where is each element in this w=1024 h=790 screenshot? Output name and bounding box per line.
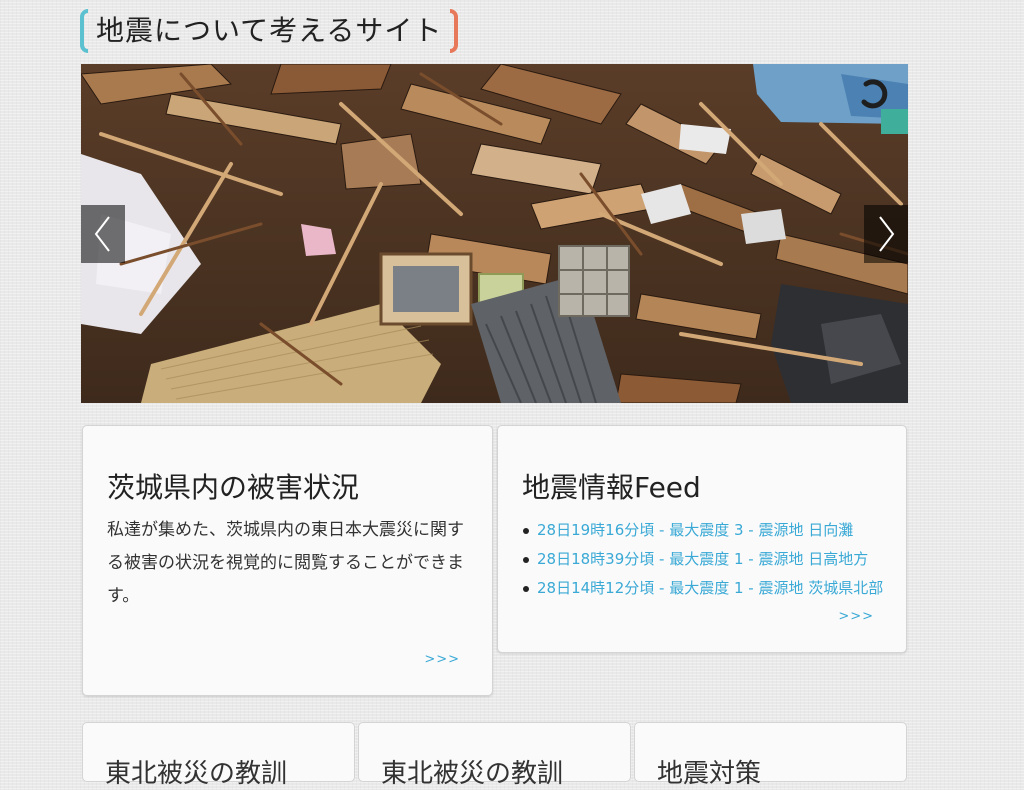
feed-item[interactable]: 28日19時16分頃 - 最大震度 3 - 震源地 日向灘 xyxy=(522,516,886,545)
site-title-text: 地震について考えるサイト xyxy=(96,14,443,47)
bottom-card-1: 東北被災の教訓 xyxy=(82,722,355,789)
feed-item-link[interactable]: 28日19時16分頃 - 最大震度 3 - 震源地 日向灘 xyxy=(537,521,853,539)
feed-list: 28日19時16分頃 - 最大震度 3 - 震源地 日向灘 28日18時39分頃… xyxy=(522,516,886,603)
feed-more-link[interactable]: >>> xyxy=(838,609,874,624)
site-title[interactable]: 地震について考えるサイト xyxy=(80,8,459,54)
chevron-left-icon xyxy=(94,216,110,252)
bottom-card-title[interactable]: 地震対策 xyxy=(657,753,761,790)
damage-more-link[interactable]: >>> xyxy=(424,652,460,667)
image-slider[interactable] xyxy=(81,64,908,403)
bottom-card-2: 東北被災の教訓 xyxy=(358,722,631,789)
feed-card: 地震情報Feed 28日19時16分頃 - 最大震度 3 - 震源地 日向灘 2… xyxy=(497,425,907,653)
feed-item[interactable]: 28日18時39分頃 - 最大震度 1 - 震源地 日高地方 xyxy=(522,545,886,574)
feed-item[interactable]: 28日14時12分頃 - 最大震度 1 - 震源地 茨城県北部 xyxy=(522,574,886,603)
bullet-icon xyxy=(523,585,529,592)
title-bracket-left xyxy=(80,9,88,53)
chevron-right-icon xyxy=(879,216,895,252)
damage-card-title[interactable]: 茨城県内の被害状況 xyxy=(107,466,359,506)
rubble-photo xyxy=(81,64,908,403)
bullet-icon xyxy=(523,527,529,534)
feed-card-title[interactable]: 地震情報Feed xyxy=(522,466,701,506)
bottom-card-3: 地震対策 xyxy=(634,722,907,789)
feed-item-link[interactable]: 28日18時39分頃 - 最大震度 1 - 震源地 日高地方 xyxy=(537,550,868,568)
damage-card: 茨城県内の被害状況 私達が集めた、茨城県内の東日本大震災に関する被害の状況を視覚… xyxy=(82,425,493,696)
bullet-icon xyxy=(523,556,529,563)
slider-prev-button[interactable] xyxy=(81,205,125,263)
slider-next-button[interactable] xyxy=(864,205,908,263)
spinner-icon xyxy=(858,76,894,112)
bottom-card-title[interactable]: 東北被災の教訓 xyxy=(381,753,563,790)
title-bracket-right xyxy=(450,9,459,53)
bottom-card-title[interactable]: 東北被災の教訓 xyxy=(105,753,287,790)
feed-item-link[interactable]: 28日14時12分頃 - 最大震度 1 - 震源地 茨城県北部 xyxy=(537,579,883,597)
damage-card-description: 私達が集めた、茨城県内の東日本大震災に関する被害の状況を視覚的に閲覧することがで… xyxy=(107,520,464,606)
